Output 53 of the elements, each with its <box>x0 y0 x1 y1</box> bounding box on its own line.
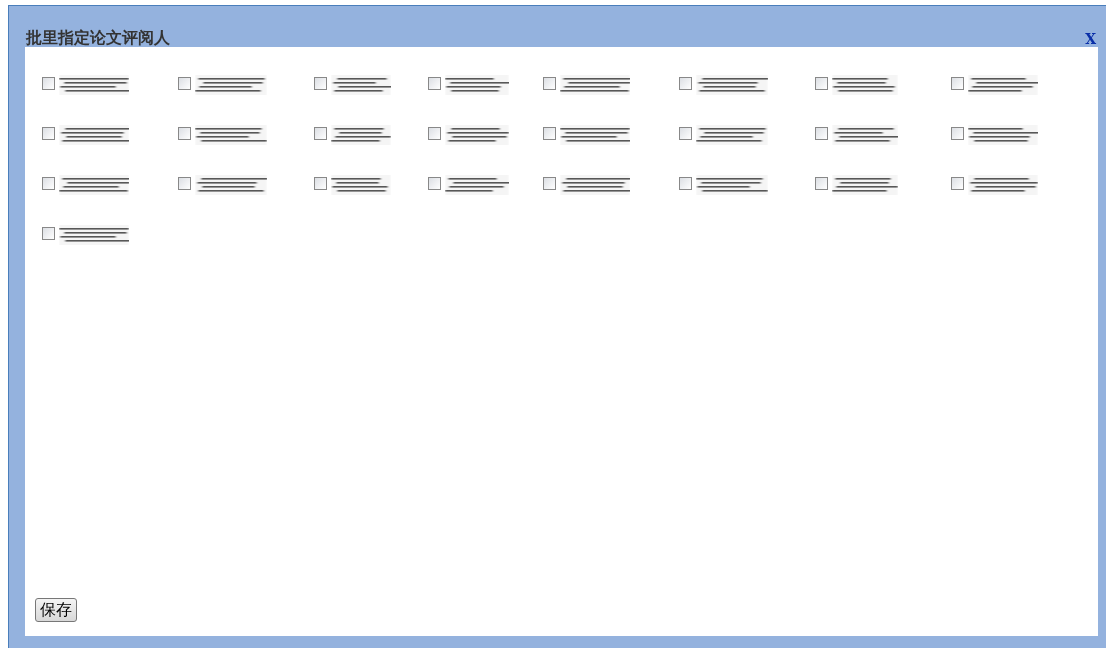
redacted-label-drawing <box>832 175 898 195</box>
checkbox[interactable] <box>951 77 964 90</box>
checkbox[interactable] <box>428 77 441 90</box>
checkbox[interactable] <box>178 177 191 190</box>
redacted-label-drawing <box>560 125 630 145</box>
checkbox[interactable] <box>543 127 556 140</box>
redacted-label-drawing <box>696 175 768 195</box>
redacted-label-drawing <box>195 125 267 145</box>
dialog-title: 批里指定论文评阅人 <box>25 30 170 46</box>
save-button[interactable]: 保存 <box>35 598 77 622</box>
redacted-label-drawing <box>445 175 509 195</box>
close-button[interactable]: X <box>1085 32 1096 46</box>
redacted-label-drawing <box>832 125 898 145</box>
redacted-label-drawing <box>59 75 129 95</box>
redacted-label-drawing <box>331 125 391 145</box>
redacted-label-drawing <box>560 75 630 95</box>
redacted-label-drawing <box>968 75 1038 95</box>
checkbox[interactable] <box>815 177 828 190</box>
redacted-label-drawing <box>445 75 509 95</box>
redacted-label-drawing <box>696 125 768 145</box>
checkbox[interactable] <box>42 77 55 90</box>
redacted-label-drawing <box>59 125 129 145</box>
checkbox[interactable] <box>42 177 55 190</box>
checkbox[interactable] <box>951 177 964 190</box>
redacted-label-drawing <box>331 175 391 195</box>
checkbox[interactable] <box>679 77 692 90</box>
checkbox[interactable] <box>543 77 556 90</box>
checkbox[interactable] <box>42 227 55 240</box>
redacted-label-drawing <box>832 75 898 95</box>
checkbox[interactable] <box>815 127 828 140</box>
redacted-label-drawing <box>696 75 768 95</box>
redacted-label-drawing <box>59 175 129 195</box>
redacted-label-drawing <box>331 75 391 95</box>
checkbox[interactable] <box>951 127 964 140</box>
redacted-label-drawing <box>968 175 1038 195</box>
checkbox[interactable] <box>543 177 556 190</box>
redacted-label-drawing <box>560 175 630 195</box>
checkbox[interactable] <box>178 127 191 140</box>
redacted-label-drawing <box>59 225 129 245</box>
redacted-label-drawing <box>968 125 1038 145</box>
checkbox[interactable] <box>314 177 327 190</box>
checkbox[interactable] <box>42 127 55 140</box>
checkbox[interactable] <box>679 177 692 190</box>
checkbox[interactable] <box>679 127 692 140</box>
redacted-label-drawing <box>445 125 509 145</box>
checkbox[interactable] <box>815 77 828 90</box>
checkbox[interactable] <box>314 127 327 140</box>
checkbox[interactable] <box>314 77 327 90</box>
redacted-label-drawing <box>195 175 267 195</box>
checkbox[interactable] <box>178 77 191 90</box>
checkbox[interactable] <box>428 127 441 140</box>
checkbox[interactable] <box>428 177 441 190</box>
redacted-label-drawing <box>195 75 267 95</box>
